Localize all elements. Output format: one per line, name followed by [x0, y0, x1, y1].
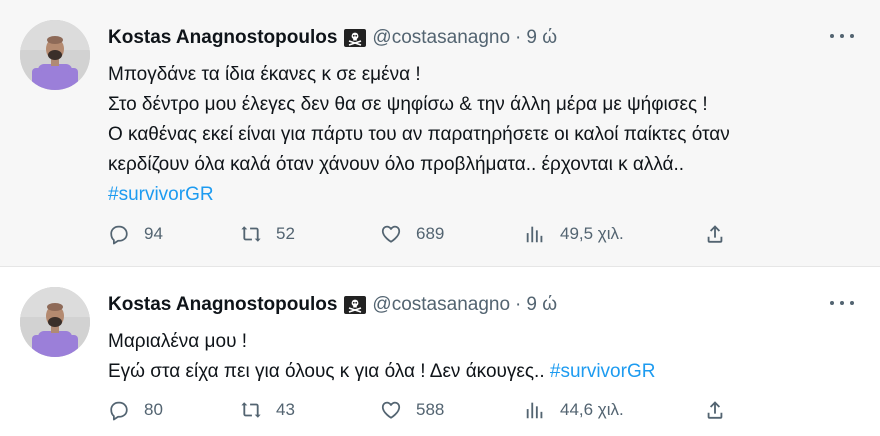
pirate-flag-icon: [344, 296, 367, 314]
tweet-text-line: Εγώ στα είχα πει για όλους κ για όλα ! Δ…: [108, 357, 850, 387]
share-button[interactable]: [704, 398, 726, 422]
tweet-header: Kostas Anagnostopoulos @costasanagno · 9…: [108, 26, 557, 50]
tweet[interactable]: Kostas Anagnostopoulos @costasanagno · 9…: [0, 266, 880, 436]
views-count: 49,5 χιλ.: [560, 224, 624, 243]
avatar-photo: [20, 20, 90, 90]
retweet-count: 52: [276, 224, 295, 243]
action-bar: 94 52 689 49,5 χιλ.: [108, 222, 748, 246]
hashtag-link[interactable]: #survivorGR: [550, 361, 656, 382]
reply-icon: [110, 401, 128, 421]
tweet-text-line: κερδίζουν όλα καλά όταν χάνουν όλο προβλ…: [108, 154, 685, 175]
action-bar: 80 43 588 44,6 χιλ.: [108, 398, 748, 422]
like-button[interactable]: 689: [380, 222, 444, 246]
retweet-icon: [241, 226, 261, 242]
tweet-text-segment: Εγώ στα είχα πει για όλους κ για όλα ! Δ…: [108, 361, 550, 382]
retweet-count: 43: [276, 400, 295, 419]
timestamp[interactable]: 9 ώ: [526, 27, 557, 49]
tweet-text-line: Μπογδάνε τα ίδια έκανες κ σε εμένα !: [108, 64, 421, 85]
reply-count: 94: [144, 224, 163, 243]
avatar[interactable]: [20, 287, 90, 357]
tweet[interactable]: Kostas Anagnostopoulos @costasanagno · 9…: [0, 0, 880, 266]
author-name[interactable]: Kostas Anagnostopoulos: [108, 27, 337, 49]
heart-icon: [381, 401, 401, 419]
timestamp[interactable]: 9 ώ: [526, 294, 557, 316]
share-button[interactable]: [704, 222, 726, 246]
tweet-header: Kostas Anagnostopoulos @costasanagno · 9…: [108, 293, 557, 317]
author-name[interactable]: Kostas Anagnostopoulos: [108, 294, 337, 316]
tweet-text-line: Ο καθένας εκεί είναι για πάρτυ του αν πα…: [108, 124, 730, 145]
like-button[interactable]: 588: [380, 398, 444, 422]
tweet-text-line: Μαριαλένα μου !: [108, 331, 248, 352]
views-button[interactable]: 44,6 χιλ.: [524, 398, 624, 422]
pirate-flag-icon: [344, 29, 367, 47]
hashtag-link[interactable]: #survivorGR: [108, 180, 850, 210]
like-count: 689: [416, 224, 445, 243]
reply-button[interactable]: 94: [108, 222, 163, 246]
reply-icon: [110, 225, 128, 245]
tweet-text-line: Στο δέντρο μου έλεγες δεν θα σε ψηφίσω &…: [108, 94, 708, 115]
reply-count: 80: [144, 400, 163, 419]
reply-button[interactable]: 80: [108, 398, 163, 422]
more-horizontal-icon[interactable]: [830, 293, 854, 313]
heart-icon: [381, 225, 401, 243]
share-icon: [707, 401, 723, 419]
views-bar-chart-icon: [526, 402, 543, 419]
more-horizontal-icon[interactable]: [830, 26, 854, 46]
views-button[interactable]: 49,5 χιλ.: [524, 222, 624, 246]
views-count: 44,6 χιλ.: [560, 400, 624, 419]
share-icon: [707, 225, 723, 243]
avatar[interactable]: [20, 20, 90, 90]
retweet-icon: [241, 402, 261, 418]
retweet-button[interactable]: 52: [240, 222, 295, 246]
like-count: 588: [416, 400, 445, 419]
author-handle[interactable]: @costasanagno: [372, 294, 510, 316]
views-bar-chart-icon: [526, 226, 543, 243]
retweet-button[interactable]: 43: [240, 398, 295, 422]
tweet-text: Μαριαλένα μου ! Εγώ στα είχα πει για όλο…: [108, 327, 850, 387]
separator-dot: ·: [515, 294, 522, 315]
avatar-photo: [20, 287, 90, 357]
tweet-text: Μπογδάνε τα ίδια έκανες κ σε εμένα ! Στο…: [108, 60, 850, 210]
separator-dot: ·: [515, 27, 522, 48]
author-handle[interactable]: @costasanagno: [372, 27, 510, 49]
